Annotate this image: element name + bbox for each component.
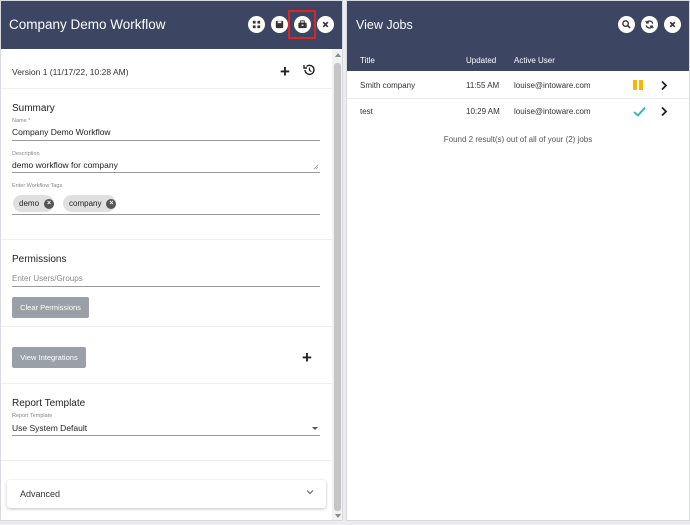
- view-integrations-button[interactable]: View Integrations: [12, 347, 86, 368]
- tag-chip-company: company ×: [63, 195, 117, 212]
- workflow-title: Company Demo Workflow: [9, 17, 166, 32]
- report-template-heading: Report Template: [12, 398, 86, 409]
- job-user: louise@intoware.com: [514, 107, 591, 116]
- advanced-accordion[interactable]: Advanced: [7, 480, 326, 508]
- jobs-panel: View Jobs Title Updated Active User Smit…: [346, 0, 690, 521]
- add-integration-icon[interactable]: +: [302, 349, 312, 366]
- history-icon[interactable]: [302, 63, 316, 77]
- column-active-user: Active User: [514, 56, 555, 65]
- divider: [1, 239, 332, 240]
- scrollbar[interactable]: [332, 49, 342, 520]
- scroll-down-icon[interactable]: [335, 514, 341, 518]
- close-icon[interactable]: [317, 16, 334, 33]
- divider: [1, 460, 332, 461]
- users-groups-underline: [12, 286, 320, 287]
- workflow-header: Company Demo Workflow: [1, 1, 342, 49]
- workflow-panel: Company Demo Workflow Version 1 (11/17/2…: [0, 0, 343, 521]
- chevron-down-icon: [306, 490, 314, 495]
- name-underline: [12, 140, 320, 141]
- job-title: Smith company: [360, 81, 416, 90]
- remove-tag-icon[interactable]: ×: [44, 198, 55, 209]
- tag-label: demo: [19, 199, 40, 208]
- scroll-up-icon[interactable]: [335, 53, 341, 57]
- job-updated: 11:55 AM: [466, 81, 500, 90]
- report-template-underline: [12, 435, 320, 436]
- job-user: louise@intoware.com: [514, 81, 591, 90]
- job-updated: 10:29 AM: [466, 107, 500, 116]
- name-label: Name *: [12, 118, 31, 124]
- close-icon[interactable]: [664, 16, 681, 33]
- report-template-select[interactable]: Use System Default: [12, 423, 87, 433]
- jobs-title: View Jobs: [356, 18, 413, 32]
- check-icon: [633, 106, 646, 117]
- permissions-heading: Permissions: [12, 254, 67, 265]
- job-title: test: [360, 107, 373, 116]
- dropdown-arrow-icon[interactable]: [312, 427, 318, 430]
- description-underline: [12, 172, 320, 173]
- search-icon[interactable]: [618, 16, 635, 33]
- report-template-label: Report Template: [12, 413, 53, 419]
- description-label: Description: [12, 151, 40, 157]
- app-root: Company Demo Workflow Version 1 (11/17/2…: [0, 0, 690, 525]
- summary-heading: Summary: [12, 103, 55, 114]
- add-version-icon[interactable]: +: [280, 63, 290, 80]
- highlight-box: [288, 10, 316, 39]
- chevron-right-icon[interactable]: [660, 80, 668, 91]
- workflow-content: Version 1 (11/17/22, 10:28 AM) + Summary…: [1, 49, 332, 520]
- scrollbar-thumb[interactable]: [334, 63, 341, 511]
- version-label: Version 1 (11/17/22, 10:28 AM): [12, 67, 129, 77]
- name-field[interactable]: Company Demo Workflow: [12, 127, 111, 137]
- tag-chip-demo: demo ×: [13, 195, 55, 212]
- tag-label: company: [69, 199, 102, 208]
- refresh-icon[interactable]: [641, 16, 658, 33]
- save-icon[interactable]: [271, 16, 288, 33]
- jobs-header: View Jobs: [347, 1, 689, 49]
- clear-permissions-button[interactable]: Clear Permissions: [12, 297, 89, 318]
- divider: [1, 88, 332, 89]
- results-count: Found 2 result(s) out of all of your (2)…: [443, 135, 593, 144]
- chevron-right-icon[interactable]: [660, 106, 668, 117]
- row-divider: [347, 98, 689, 99]
- jobs-table-header: Title Updated Active User: [347, 49, 689, 71]
- tags-label: Enter Workflow Tags: [12, 183, 63, 189]
- pause-icon[interactable]: [633, 80, 644, 90]
- divider: [1, 383, 332, 384]
- divider: [1, 326, 332, 327]
- column-updated: Updated: [466, 56, 497, 65]
- tags-underline: [12, 214, 320, 215]
- users-groups-input[interactable]: Enter Users/Groups: [12, 274, 83, 283]
- resize-handle-icon[interactable]: [313, 164, 319, 170]
- advanced-label: Advanced: [20, 489, 61, 499]
- column-title: Title: [360, 56, 375, 65]
- remove-tag-icon[interactable]: ×: [106, 198, 117, 209]
- grid-icon[interactable]: [248, 16, 265, 33]
- description-field[interactable]: demo workflow for company: [12, 160, 118, 170]
